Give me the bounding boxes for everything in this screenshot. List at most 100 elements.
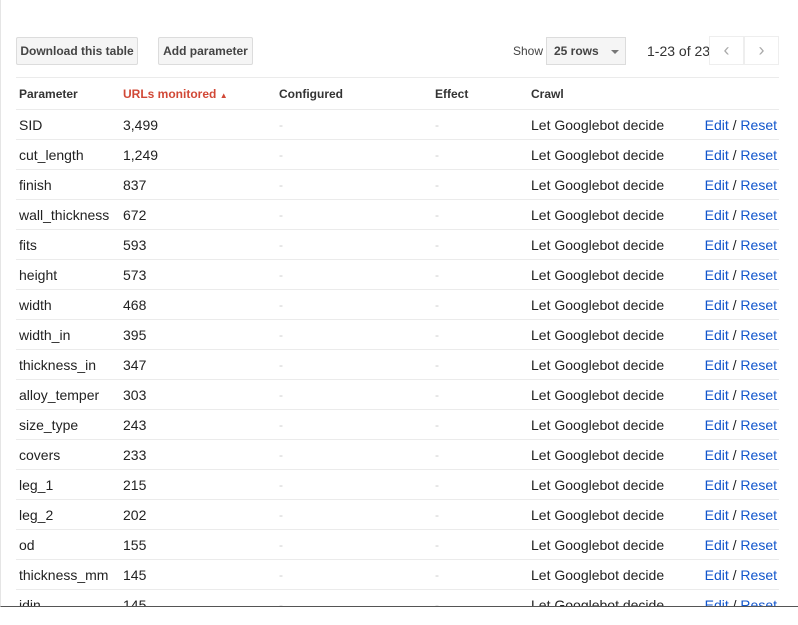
crawl-value: Let Googlebot decide: [528, 469, 688, 500]
edit-link[interactable]: Edit: [705, 147, 729, 163]
reset-link[interactable]: Reset: [740, 357, 777, 373]
reset-link[interactable]: Reset: [740, 117, 777, 133]
effect-value: -: [432, 289, 528, 320]
urls-monitored: 468: [120, 289, 276, 320]
urls-monitored: 145: [120, 589, 276, 606]
edit-link[interactable]: Edit: [705, 387, 729, 403]
table-row: width 468- - Let Googlebot decide Edit / Res…: [16, 289, 779, 320]
crawl-value: Let Googlebot decide: [528, 559, 688, 590]
dropdown-arrow-icon: [611, 50, 619, 54]
show-label: Show: [513, 44, 544, 58]
separator: /: [732, 386, 737, 403]
configured-value: -: [276, 259, 432, 290]
row-actions: Edit / Reset: [688, 469, 779, 500]
edit-link[interactable]: Edit: [705, 267, 729, 283]
urls-monitored: 303: [120, 379, 276, 410]
crawl-value: Let Googlebot decide: [528, 409, 688, 440]
reset-link[interactable]: Reset: [740, 297, 777, 313]
column-effect[interactable]: Effect: [432, 77, 528, 110]
edit-link[interactable]: Edit: [705, 477, 729, 493]
urls-monitored: 233: [120, 439, 276, 470]
chevron-right-icon: ›: [758, 40, 765, 60]
column-crawl[interactable]: Crawl: [528, 77, 688, 110]
effect-value: -: [432, 259, 528, 290]
separator: /: [732, 236, 737, 253]
parameter-name: finish: [16, 169, 120, 200]
rows-per-page-select[interactable]: 25 rows: [546, 37, 626, 65]
table-header: Parameter URLs monitored ▲ Configured Ef…: [16, 77, 779, 110]
reset-link[interactable]: Reset: [740, 477, 777, 493]
reset-link[interactable]: Reset: [740, 387, 777, 403]
urls-monitored: 593: [120, 229, 276, 260]
column-actions: [688, 77, 779, 110]
crawl-value: Let Googlebot decide: [528, 229, 688, 260]
table-row: SID 3,499- - Let Googlebot decide Edit / Res…: [16, 109, 779, 140]
row-actions: Edit / Reset: [688, 199, 779, 230]
reset-link[interactable]: Reset: [740, 207, 777, 223]
urls-monitored: 672: [120, 199, 276, 230]
row-actions: Edit / Reset: [688, 409, 779, 440]
reset-link[interactable]: Reset: [740, 327, 777, 343]
configured-value: -: [276, 529, 432, 560]
configured-value: -: [276, 499, 432, 530]
effect-value: -: [432, 559, 528, 590]
parameter-name: size_type: [16, 409, 120, 440]
column-urls-monitored[interactable]: URLs monitored ▲: [120, 77, 276, 110]
edit-link[interactable]: Edit: [705, 207, 729, 223]
download-table-button[interactable]: Download this table: [16, 37, 138, 65]
edit-link[interactable]: Edit: [705, 507, 729, 523]
separator: /: [732, 116, 737, 133]
table-row: size_type 243- - Let Googlebot decide Edit /…: [16, 409, 779, 440]
row-actions: Edit / Reset: [688, 589, 779, 607]
pagination-range: 1-23 of 23: [647, 43, 711, 59]
edit-link[interactable]: Edit: [705, 117, 729, 133]
table-row: thickness_in 347- - Let Googlebot decide Edi…: [16, 349, 779, 380]
crawl-value: Let Googlebot decide: [528, 589, 688, 606]
crawl-value: Let Googlebot decide: [528, 349, 688, 380]
parameters-panel: Download this table Add parameter Show 2…: [0, 0, 798, 607]
table-row: thickness_mm 145- - Let Googlebot decide Edi…: [16, 559, 779, 590]
configured-value: -: [276, 169, 432, 200]
effect-value: -: [432, 499, 528, 530]
edit-link[interactable]: Edit: [705, 597, 729, 607]
edit-link[interactable]: Edit: [705, 237, 729, 253]
separator: /: [732, 536, 737, 553]
edit-link[interactable]: Edit: [705, 297, 729, 313]
table-row: fits 593- - Let Googlebot decide Edit / Rese…: [16, 229, 779, 260]
reset-link[interactable]: Reset: [740, 147, 777, 163]
reset-link[interactable]: Reset: [740, 417, 777, 433]
sort-ascending-icon: ▲: [219, 90, 228, 100]
crawl-value: Let Googlebot decide: [528, 379, 688, 410]
effect-value: -: [432, 529, 528, 560]
configured-value: -: [276, 139, 432, 170]
edit-link[interactable]: Edit: [705, 357, 729, 373]
prev-page-button[interactable]: ‹: [709, 36, 744, 65]
edit-link[interactable]: Edit: [705, 327, 729, 343]
reset-link[interactable]: Reset: [740, 567, 777, 583]
edit-link[interactable]: Edit: [705, 177, 729, 193]
column-parameter[interactable]: Parameter: [16, 77, 120, 110]
configured-value: -: [276, 409, 432, 440]
parameter-name: covers: [16, 439, 120, 470]
reset-link[interactable]: Reset: [740, 447, 777, 463]
edit-link[interactable]: Edit: [705, 567, 729, 583]
edit-link[interactable]: Edit: [705, 417, 729, 433]
row-actions: Edit / Reset: [688, 169, 779, 200]
row-actions: Edit / Reset: [688, 109, 779, 140]
parameter-name: thickness_mm: [16, 559, 120, 590]
reset-link[interactable]: Reset: [740, 507, 777, 523]
reset-link[interactable]: Reset: [740, 177, 777, 193]
reset-link[interactable]: Reset: [740, 267, 777, 283]
edit-link[interactable]: Edit: [705, 537, 729, 553]
next-page-button[interactable]: ›: [744, 36, 779, 65]
effect-value: -: [432, 589, 528, 606]
column-configured[interactable]: Configured: [276, 77, 432, 110]
urls-monitored: 202: [120, 499, 276, 530]
reset-link[interactable]: Reset: [740, 597, 777, 607]
configured-value: -: [276, 469, 432, 500]
edit-link[interactable]: Edit: [705, 447, 729, 463]
configured-value: -: [276, 349, 432, 380]
add-parameter-button[interactable]: Add parameter: [158, 37, 253, 65]
reset-link[interactable]: Reset: [740, 237, 777, 253]
reset-link[interactable]: Reset: [740, 537, 777, 553]
